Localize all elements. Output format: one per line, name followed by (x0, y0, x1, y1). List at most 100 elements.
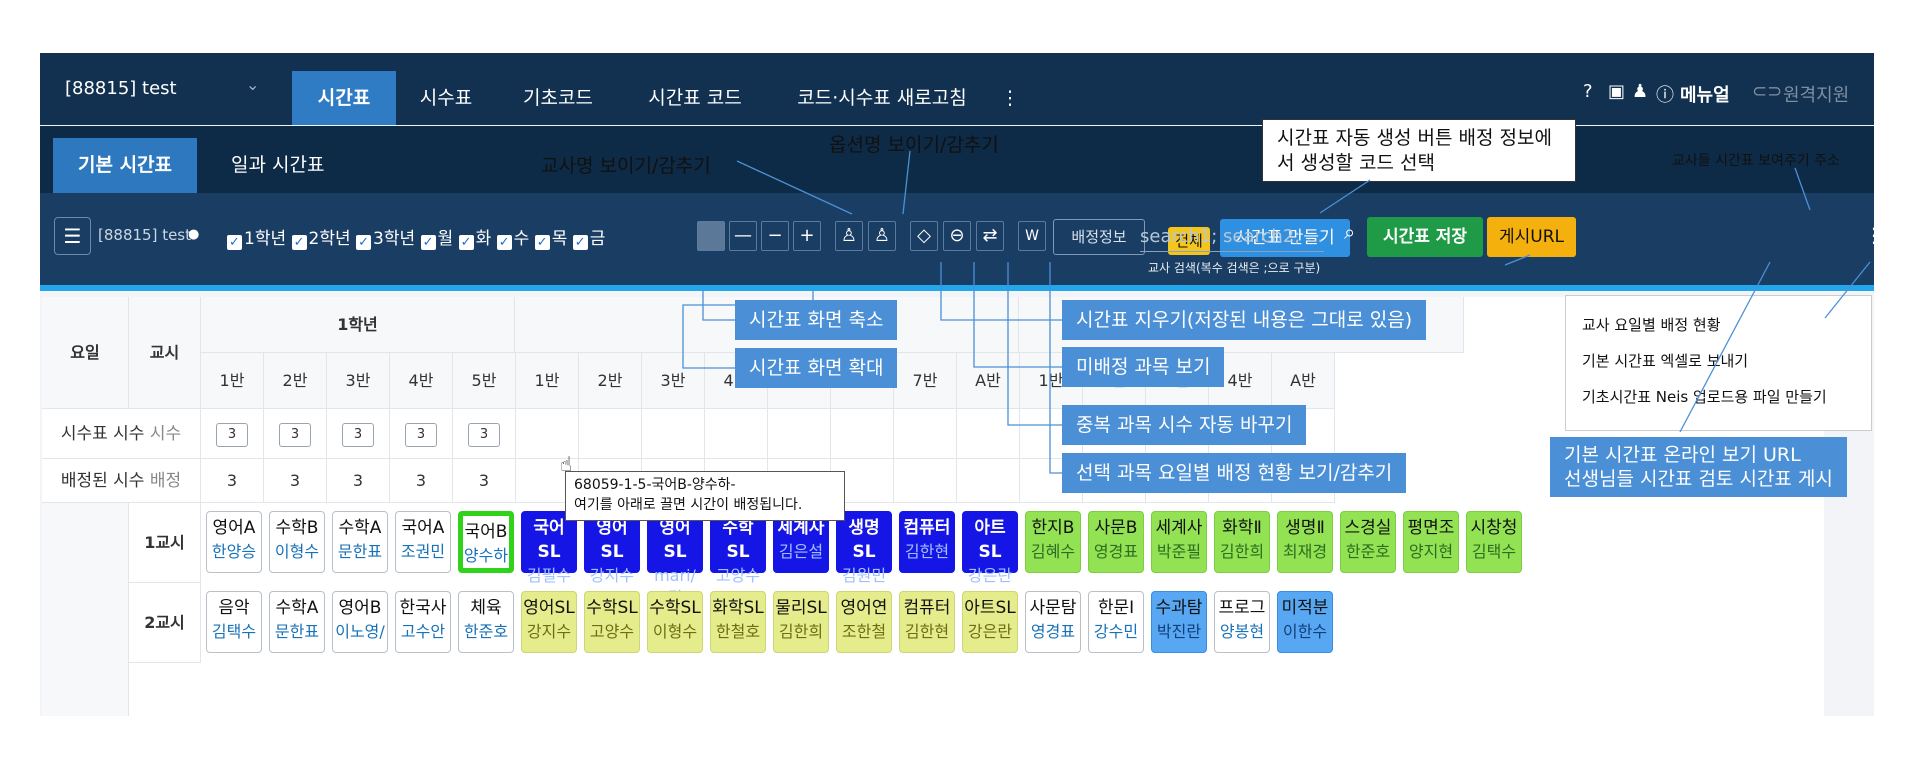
lesson-card[interactable]: 국어A 조권민 (395, 511, 451, 573)
hours-input[interactable]: 3 (342, 423, 374, 447)
lesson-card[interactable]: 영어B 이노영/ (332, 591, 388, 653)
lesson-card[interactable]: 수학SL 이형수 (647, 591, 703, 653)
lesson-subject: 화학Ⅱ (1222, 518, 1262, 538)
more-vertical-icon[interactable]: ⋮ (1864, 223, 1874, 247)
chat-icon[interactable]: ▣ (1608, 81, 1625, 102)
header-day: 요일 (42, 297, 129, 409)
check-tue[interactable]: ✓ 화 (458, 229, 492, 250)
lesson-card[interactable]: 수학A 문한표 (269, 591, 325, 653)
user-icon[interactable]: ♟ (1632, 81, 1648, 102)
lesson-card[interactable]: 수학A 문한표 (332, 511, 388, 573)
swap-icon[interactable]: ⇄ (976, 221, 1004, 251)
hours-input[interactable]: 3 (405, 423, 437, 447)
weekly-button[interactable]: W (1018, 221, 1046, 251)
project-selector[interactable]: [88815] test (65, 78, 177, 99)
lesson-subject: 컴퓨터 (903, 598, 951, 618)
lesson-card[interactable]: 수과탐 박진란 (1151, 591, 1207, 653)
lesson-subject: 세계사 (1155, 518, 1203, 538)
toolbar-divider (40, 285, 1874, 291)
hours-input[interactable]: 3 (216, 423, 248, 447)
lesson-subject: 물리SL (775, 598, 827, 618)
lesson-card[interactable]: 한국사 고수안 (395, 591, 451, 653)
lesson-teacher: 김은설 (778, 541, 824, 561)
manual-link[interactable]: 메뉴얼 (1680, 81, 1730, 107)
lesson-card[interactable]: 수학SL 고양수 (584, 591, 640, 653)
check-label: 화 (475, 229, 492, 249)
minus-circle-icon[interactable]: ⊖ (943, 221, 971, 251)
lesson-card[interactable]: 국어B 양수하 (458, 511, 514, 573)
annot-enlarge: 시간표 화면 확대 (735, 348, 898, 388)
lesson-card[interactable]: 수학B 이형수 (269, 511, 325, 573)
zoom-out-button[interactable]: − (761, 221, 789, 251)
lesson-card[interactable]: 컴퓨터 김한현 (899, 511, 955, 573)
subtab-basic-timetable[interactable]: 기본 시간표 (53, 138, 198, 193)
popup-export-excel[interactable]: 기본 시간표 엑셀로 보내기 (1582, 350, 1748, 371)
lesson-card[interactable]: 음악 김택수 (206, 591, 262, 653)
checkbox-checked-icon: ✓ (534, 235, 550, 250)
save-timetable-button[interactable]: 시간표 저장 (1367, 217, 1483, 257)
check-grade1[interactable]: ✓ 1학년 (227, 229, 286, 250)
check-mon[interactable]: ✓ 월 (420, 229, 453, 250)
popup-menu: 교사 요일별 배정 현황 기본 시간표 엑셀로 보내기 기초시간표 Neis 업… (1565, 295, 1872, 431)
check-thu[interactable]: ✓ 목 (534, 229, 567, 250)
assign-info-button[interactable]: 배정정보 (1053, 219, 1145, 255)
lesson-card[interactable]: 아트SL 강은란 (962, 511, 1018, 585)
eraser-icon[interactable]: ◇ (910, 221, 938, 251)
search-hint: 교사 검색(복수 검색은 ;으로 구분) (1148, 261, 1321, 275)
lesson-teacher: 김원민 (841, 565, 887, 585)
zoom-in-button[interactable]: + (793, 221, 821, 251)
popup-neis-file[interactable]: 기초시간표 Neis 업로드용 파일 만들기 (1582, 386, 1827, 407)
hours-input[interactable]: 3 (468, 423, 500, 447)
tab-refresh[interactable]: 코드·시수표 새로고침 (782, 71, 982, 125)
tab-timetable-code[interactable]: 시간표 코드 (630, 71, 760, 125)
lesson-card[interactable]: 평면조 양지현 (1403, 511, 1459, 573)
annot-autogen: 시간표 자동 생성 버튼 배정 정보에서 생성할 코드 선택 (1262, 119, 1576, 183)
dash-icon[interactable]: — (729, 221, 757, 251)
hours-input[interactable]: 3 (279, 423, 311, 447)
lesson-card[interactable]: 시창청 김택수 (1466, 511, 1522, 573)
period-1-label: 1교시 (129, 503, 201, 583)
check-wed[interactable]: ✓ 수 (496, 229, 529, 250)
lesson-card[interactable]: 영어A 한양승 (206, 511, 262, 573)
teacher-toggle-icon[interactable]: ♙ (835, 221, 863, 251)
option-toggle-icon[interactable]: ♙ (868, 221, 896, 251)
hamburger-menu-icon[interactable]: ☰ (54, 217, 91, 255)
lesson-card[interactable]: 생명Ⅱ 최재경 (1277, 511, 1333, 573)
lesson-card[interactable]: 화학Ⅱ 김한희 (1214, 511, 1270, 573)
lesson-card[interactable]: 아트SL 강은란 (962, 591, 1018, 653)
lesson-card[interactable]: 컴퓨터 김한현 (899, 591, 955, 653)
hours-cell (831, 409, 894, 459)
info-icon[interactable]: ⓘ (1656, 81, 1674, 107)
lesson-card[interactable]: 영어SL 강지수 (521, 591, 577, 653)
remote-support-link[interactable]: 원격지원 (1783, 81, 1849, 107)
lesson-card[interactable]: 미적분 이한수 (1277, 591, 1333, 653)
lesson-card[interactable]: 한문Ⅰ 강수민 (1088, 591, 1144, 653)
check-grade2[interactable]: ✓ 2학년 (291, 229, 351, 250)
lesson-card[interactable]: 사문B 영경표 (1088, 511, 1144, 573)
link-icon[interactable]: ⊂⊃ (1752, 81, 1782, 102)
lesson-card[interactable]: 한지B 김혜수 (1025, 511, 1081, 573)
lesson-card[interactable]: 물리SL 김한희 (773, 591, 829, 653)
tab-hours-table[interactable]: 시수표 (406, 71, 486, 125)
tab-base-code[interactable]: 기초코드 (508, 71, 608, 125)
teacher-search-input[interactable] (1140, 222, 1324, 252)
lesson-card[interactable]: 세계사 박준필 (1151, 511, 1207, 573)
subtab-daily-timetable[interactable]: 일과 시간표 (206, 138, 349, 193)
lesson-teacher: 한양승 (211, 541, 257, 561)
chevron-down-icon[interactable]: ⌄ (246, 75, 259, 94)
check-grade3[interactable]: ✓ 3학년 (356, 229, 415, 250)
more-vertical-icon[interactable]: ⋮ (1000, 71, 1020, 125)
lesson-card[interactable]: 화학SL 한철호 (710, 591, 766, 653)
popup-teacher-daily[interactable]: 교사 요일별 배정 현황 (1582, 314, 1721, 335)
lesson-card[interactable]: 영어연 조한철 (836, 591, 892, 653)
search-icon[interactable]: ⌕ (1344, 220, 1355, 244)
square-icon[interactable] (697, 221, 725, 251)
lesson-card[interactable]: 사문탐 영경표 (1025, 591, 1081, 653)
post-url-button[interactable]: 게시URL (1487, 217, 1576, 257)
lesson-card[interactable]: 체육 한준호 (458, 591, 514, 653)
help-icon[interactable]: ? (1583, 81, 1593, 102)
check-fri[interactable]: ✓ 금 (572, 229, 605, 250)
lesson-card[interactable]: 프로그 양봉현 (1214, 591, 1270, 653)
tab-timetable[interactable]: 시간표 (292, 71, 396, 125)
lesson-card[interactable]: 스경실 한준호 (1340, 511, 1396, 573)
